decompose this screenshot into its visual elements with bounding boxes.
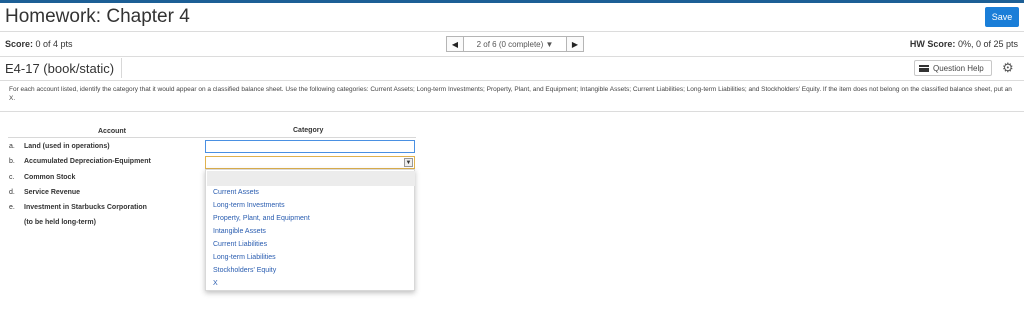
account-name: Investment in Starbucks Corporation [24,204,147,211]
account-column-header: Account [98,128,126,135]
category-column-header: Category [293,127,324,134]
save-button[interactable]: Save [985,7,1019,27]
account-name: Service Revenue [24,189,81,196]
account-name: Land (used in operations) [24,143,110,150]
row-letter: c. [9,174,15,181]
dropdown-option[interactable]: Current Assets [213,189,259,196]
table-row: d. Service Revenue [9,189,80,196]
next-question-button[interactable]: ▶ [566,36,584,52]
question-help-button[interactable]: Question Help [914,60,992,76]
dropdown-option[interactable]: X [213,280,218,287]
chevron-down-icon[interactable]: ▼ [404,158,413,167]
dropdown-option[interactable]: Intangible Assets [213,228,266,235]
menu-list-icon [919,64,929,72]
hw-score-value: 0%, 0 of 25 pts [957,39,1018,49]
divider [121,58,122,78]
previous-question-button[interactable]: ◀ [446,36,464,52]
instructions-text: For each account listed, identify the ca… [9,86,1012,102]
divider [0,56,1024,57]
question-select-dropdown[interactable]: 2 of 6 (0 complete) ▼ [464,36,566,52]
question-help-label: Question Help [933,63,984,73]
hw-score-display: HW Score: 0%, 0 of 25 pts [910,39,1018,49]
dropdown-option[interactable]: Stockholders' Equity [213,267,276,274]
dropdown-option-blank[interactable] [207,171,415,186]
score-display: Score: 0 of 4 pts [5,39,73,49]
row-letter: e. [9,204,15,211]
category-dropdown-list: Current Assets Long-term Investments Pro… [205,169,415,291]
question-pager: ◀ 2 of 6 (0 complete) ▼ ▶ [446,36,584,52]
dropdown-option[interactable]: Current Liabilities [213,241,267,248]
category-select-b[interactable]: ▼ [205,156,415,169]
score-label: Score: [5,39,34,49]
category-input-a[interactable] [205,140,415,153]
gear-icon[interactable]: ⚙ [1002,60,1014,76]
table-row: e. Investment in Starbucks Corporation [9,204,147,211]
page-title: Homework: Chapter 4 [5,6,190,27]
divider [0,80,1024,81]
table-row: a. Land (used in operations) [9,143,110,150]
account-name: Accumulated Depreciation-Equipment [24,158,151,165]
dropdown-option[interactable]: Long-term Investments [213,202,285,209]
account-name: Common Stock [24,174,76,181]
row-letter: d. [9,189,15,196]
divider [0,111,1024,112]
table-row: b. Accumulated Depreciation-Equipment [9,158,151,165]
hw-score-label: HW Score: [909,39,956,49]
question-id: E4-17 (book/static) [5,61,115,76]
dropdown-option[interactable]: Property, Plant, and Equipment [213,215,310,222]
dropdown-option[interactable]: Long-term Liabilities [213,254,276,261]
score-value: 0 of 4 pts [35,39,73,49]
top-accent-bar [0,0,1024,3]
table-row: c. Common Stock [9,174,75,181]
row-letter: a. [9,143,15,150]
account-name-subtext: (to be held long-term) [24,219,96,226]
row-letter: b. [9,158,15,165]
divider [0,31,1024,32]
table-header-divider [8,137,416,138]
